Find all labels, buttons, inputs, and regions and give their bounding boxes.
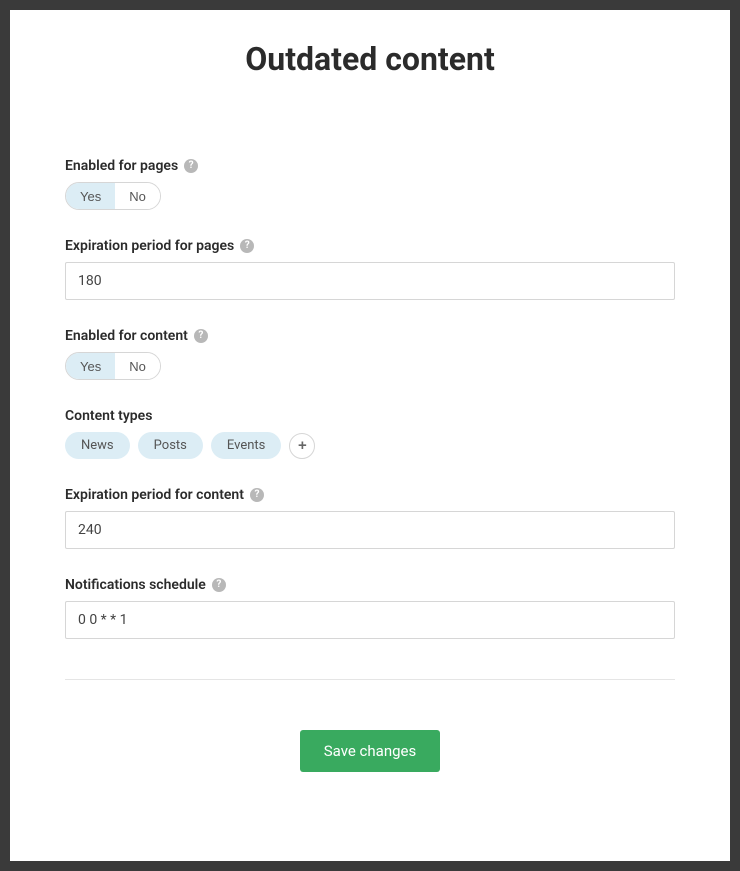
field-notifications-schedule: Notifications schedule ?: [65, 577, 675, 639]
field-label: Expiration period for pages: [65, 238, 234, 254]
settings-panel: Outdated content Enabled for pages ? Yes…: [10, 10, 730, 861]
help-icon[interactable]: ?: [212, 578, 226, 592]
toggle-yes[interactable]: Yes: [66, 183, 115, 209]
help-icon[interactable]: ?: [184, 159, 198, 173]
toggle-enabled-pages: Yes No: [65, 182, 161, 210]
input-expiration-content[interactable]: [65, 511, 675, 549]
field-expiration-pages: Expiration period for pages ?: [65, 238, 675, 300]
add-tag-button[interactable]: +: [289, 433, 315, 459]
field-label: Expiration period for content: [65, 487, 244, 503]
field-label: Content types: [65, 408, 152, 424]
toggle-enabled-content: Yes No: [65, 352, 161, 380]
divider: [65, 679, 675, 680]
tag-news[interactable]: News: [65, 432, 130, 459]
page-title: Outdated content: [65, 40, 675, 78]
field-label: Enabled for pages: [65, 158, 178, 174]
help-icon[interactable]: ?: [240, 239, 254, 253]
field-label: Notifications schedule: [65, 577, 206, 593]
field-label: Enabled for content: [65, 328, 188, 344]
toggle-yes[interactable]: Yes: [66, 353, 115, 379]
help-icon[interactable]: ?: [250, 488, 264, 502]
field-enabled-for-content: Enabled for content ? Yes No: [65, 328, 675, 380]
help-icon[interactable]: ?: [194, 329, 208, 343]
toggle-no[interactable]: No: [115, 183, 160, 209]
toggle-no[interactable]: No: [115, 353, 160, 379]
content-types-tags: News Posts Events +: [65, 432, 675, 459]
field-content-types: Content types News Posts Events +: [65, 408, 675, 459]
input-notifications-schedule[interactable]: [65, 601, 675, 639]
button-row: Save changes: [65, 730, 675, 772]
field-expiration-content: Expiration period for content ?: [65, 487, 675, 549]
tag-posts[interactable]: Posts: [138, 432, 203, 459]
input-expiration-pages[interactable]: [65, 262, 675, 300]
field-enabled-for-pages: Enabled for pages ? Yes No: [65, 158, 675, 210]
tag-events[interactable]: Events: [211, 432, 281, 459]
save-button[interactable]: Save changes: [300, 730, 440, 772]
